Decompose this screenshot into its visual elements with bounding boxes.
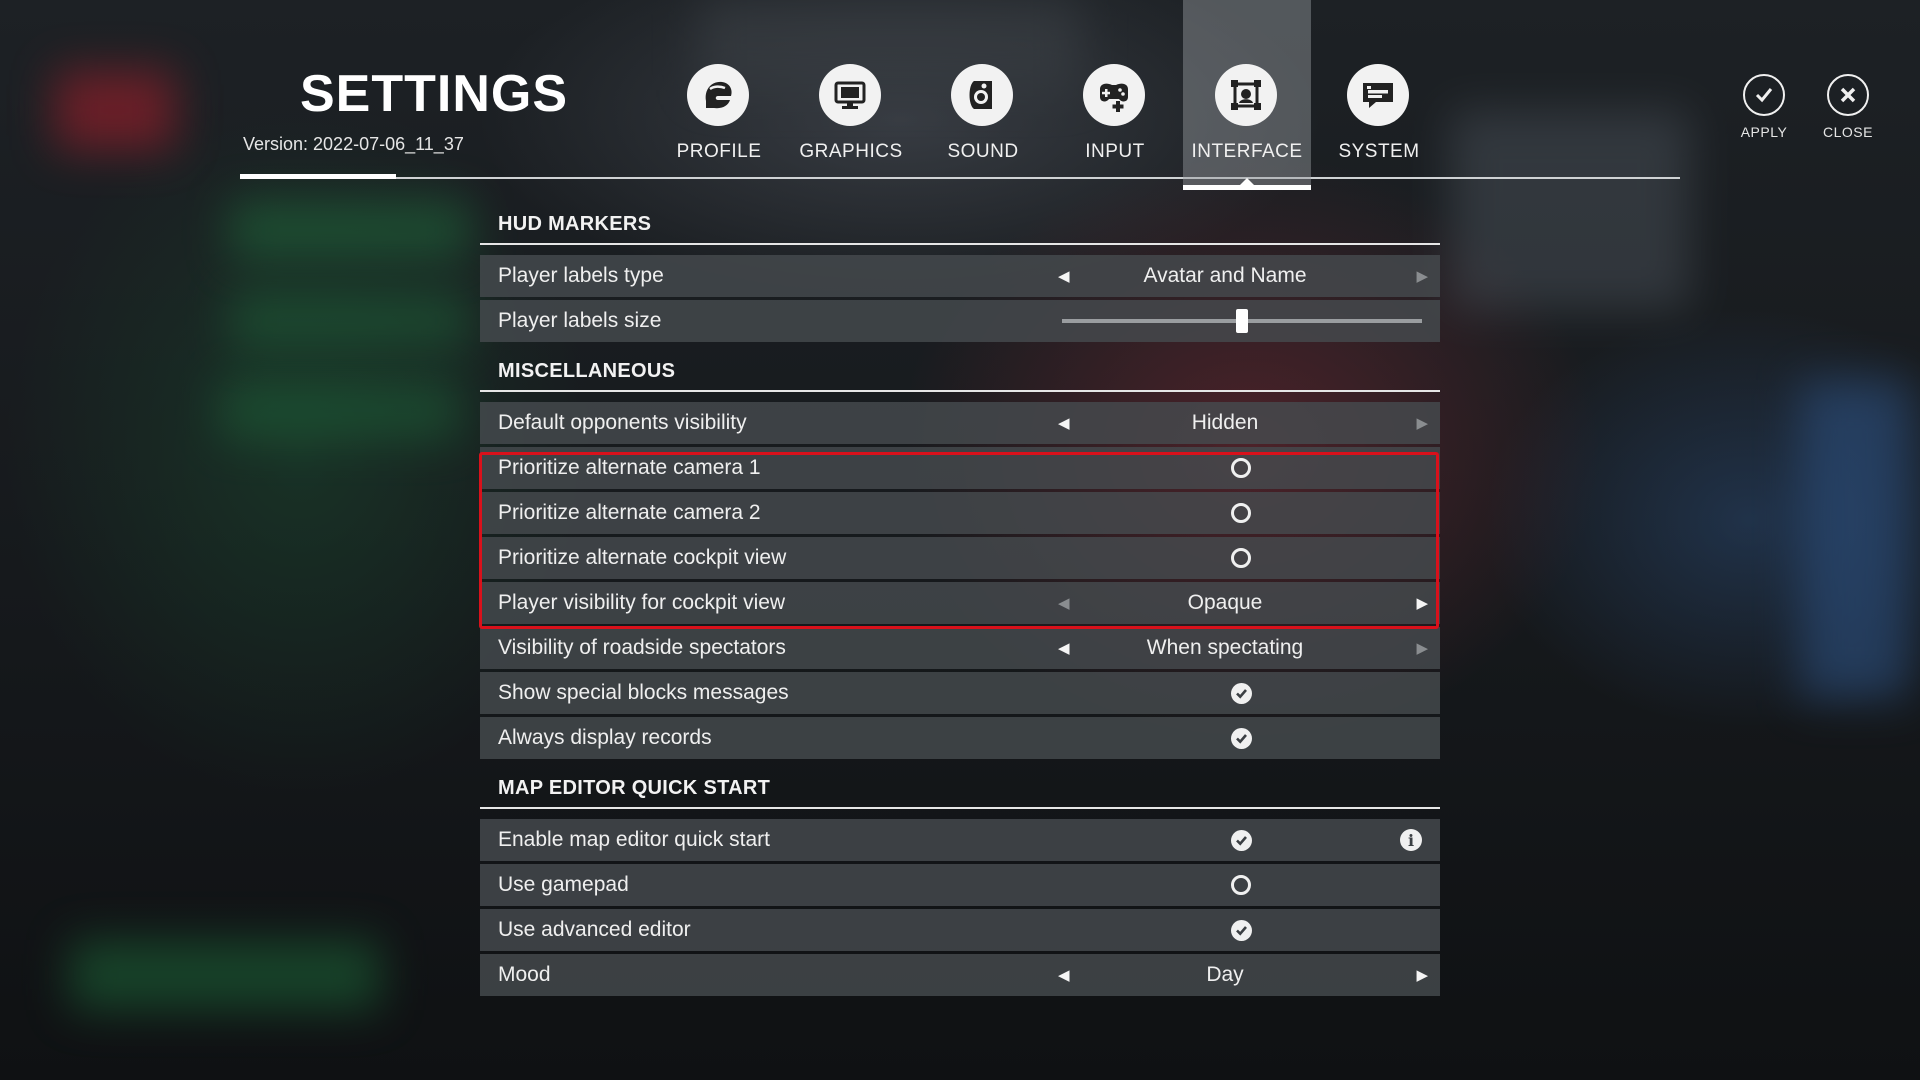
setting-use-advanced-editor: Use advanced editor <box>480 909 1440 951</box>
checkmark-icon <box>1231 728 1252 749</box>
tab-sound-label: SOUND <box>947 141 1019 162</box>
setting-label: Use advanced editor <box>498 918 691 941</box>
checkmark-icon <box>1231 920 1252 941</box>
tab-graphics-label: GRAPHICS <box>799 141 903 162</box>
setting-label: Show special blocks messages <box>498 681 789 704</box>
section-miscellaneous: MISCELLANEOUS <box>480 352 1440 392</box>
info-icon[interactable]: i <box>1400 829 1422 851</box>
close-button[interactable]: CLOSE <box>1813 74 1883 140</box>
tab-input[interactable]: INPUT <box>1051 0 1179 190</box>
size-slider-thumb[interactable] <box>1236 309 1248 333</box>
setting-alt-camera-2: Prioritize alternate camera 2 <box>480 492 1440 534</box>
helmet-icon <box>687 64 749 126</box>
setting-roadside-spectators: Visibility of roadside spectators ◀ When… <box>480 627 1440 669</box>
setting-label: Default opponents visibility <box>498 411 747 434</box>
setting-alt-cockpit-view: Prioritize alternate cockpit view <box>480 537 1440 579</box>
setting-mood: Mood ◀ Day ▶ <box>480 954 1440 996</box>
apply-label: APPLY <box>1740 124 1788 140</box>
setting-player-labels-size: Player labels size <box>480 300 1440 342</box>
setting-value: Day <box>1206 963 1244 986</box>
setting-label: Prioritize alternate cockpit view <box>498 546 787 569</box>
active-tab-indicator <box>1240 178 1254 185</box>
checkmark-icon <box>1231 830 1252 851</box>
setting-label: Prioritize alternate camera 2 <box>498 501 761 524</box>
setting-label: Enable map editor quick start <box>498 828 770 851</box>
setting-value: When spectating <box>1146 636 1304 659</box>
setting-label: Player labels type <box>498 264 664 287</box>
setting-alt-camera-1: Prioritize alternate camera 1 <box>480 447 1440 489</box>
arrow-right-icon[interactable]: ▶ <box>1416 966 1428 984</box>
tab-interface-label: INTERFACE <box>1191 141 1303 162</box>
tab-system[interactable]: SYSTEM <box>1315 0 1443 190</box>
setting-value: Opaque <box>1187 591 1263 614</box>
checkbox-unchecked[interactable] <box>1231 503 1253 525</box>
setting-always-display-records: Always display records <box>480 717 1440 759</box>
close-label: CLOSE <box>1823 124 1873 140</box>
checkbox-unchecked[interactable] <box>1231 458 1253 480</box>
tab-interface[interactable]: INTERFACE <box>1183 0 1311 190</box>
setting-map-editor-quick-start: Enable map editor quick start i <box>480 819 1440 861</box>
setting-use-gamepad: Use gamepad <box>480 864 1440 906</box>
speaker-icon <box>951 64 1013 126</box>
tab-system-label: SYSTEM <box>1338 141 1420 162</box>
interface-icon <box>1215 64 1277 126</box>
checkbox-checked[interactable] <box>1231 830 1253 852</box>
arrow-right-icon[interactable]: ▶ <box>1416 594 1428 612</box>
settings-panel: HUD MARKERS Player labels type ◀ Avatar … <box>480 205 1440 999</box>
page-title: SETTINGS <box>300 65 569 123</box>
setting-label: Prioritize alternate camera 1 <box>498 456 761 479</box>
setting-label: Always display records <box>498 726 712 749</box>
setting-special-blocks-messages: Show special blocks messages <box>480 672 1440 714</box>
tab-profile-label: PROFILE <box>676 141 762 162</box>
tab-sound[interactable]: SOUND <box>919 0 1047 190</box>
section-map-editor-quick-start: MAP EDITOR QUICK START <box>480 769 1440 809</box>
circle-icon <box>1231 503 1251 523</box>
checkbox-checked[interactable] <box>1231 920 1253 942</box>
circle-icon <box>1231 875 1251 895</box>
setting-label: Player labels size <box>498 309 662 332</box>
setting-label: Mood <box>498 963 551 986</box>
section-hud-markers: HUD MARKERS <box>480 205 1440 245</box>
apply-button[interactable]: APPLY <box>1729 74 1799 140</box>
chat-icon <box>1347 64 1409 126</box>
checkbox-unchecked[interactable] <box>1231 548 1253 570</box>
setting-label: Visibility of roadside spectators <box>498 636 786 659</box>
monitor-icon <box>819 64 881 126</box>
arrow-right-icon[interactable]: ▶ <box>1416 414 1428 432</box>
header-divider-accent <box>240 174 396 179</box>
close-icon <box>1827 74 1869 116</box>
checkbox-checked[interactable] <box>1231 683 1253 705</box>
checkmark-icon <box>1231 683 1252 704</box>
checkbox-unchecked[interactable] <box>1231 875 1253 897</box>
check-icon <box>1743 74 1785 116</box>
setting-label: Use gamepad <box>498 873 629 896</box>
circle-icon <box>1231 548 1251 568</box>
setting-default-opponents-visibility: Default opponents visibility ◀ Hidden ▶ <box>480 402 1440 444</box>
setting-player-labels-type: Player labels type ◀ Avatar and Name ▶ <box>480 255 1440 297</box>
arrow-right-icon[interactable]: ▶ <box>1416 639 1428 657</box>
version-label: Version: 2022-07-06_11_37 <box>243 134 464 154</box>
arrow-right-icon[interactable]: ▶ <box>1416 267 1428 285</box>
circle-icon <box>1231 458 1251 478</box>
tab-graphics[interactable]: GRAPHICS <box>787 0 915 190</box>
setting-label: Player visibility for cockpit view <box>498 591 786 614</box>
setting-value: Hidden <box>1191 411 1259 434</box>
setting-value: Avatar and Name <box>1143 264 1307 287</box>
tab-input-label: INPUT <box>1085 141 1145 162</box>
gamepad-icon <box>1083 64 1145 126</box>
checkbox-checked[interactable] <box>1231 728 1253 750</box>
tab-profile[interactable]: PROFILE <box>655 0 783 190</box>
setting-cockpit-visibility: Player visibility for cockpit view ◀ Opa… <box>480 582 1440 624</box>
